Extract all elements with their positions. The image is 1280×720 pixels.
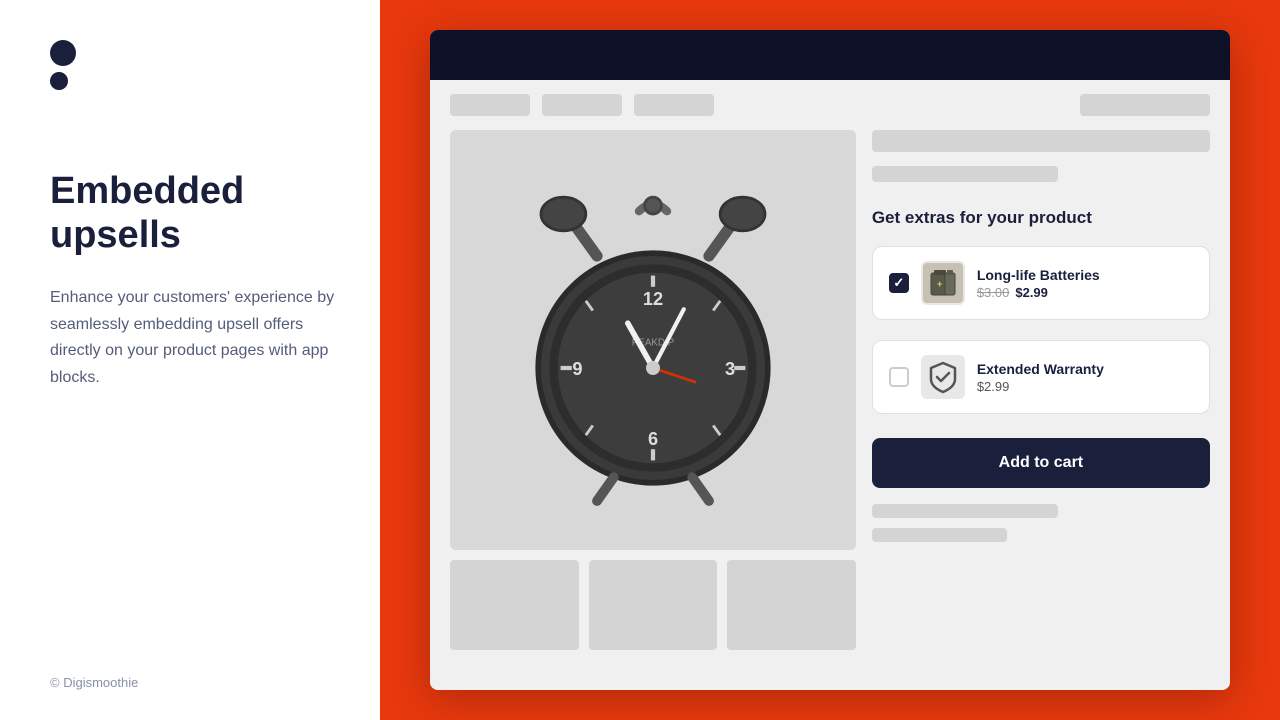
right-panel: 12 3 6 9 PEAKDIP xyxy=(380,0,1280,720)
svg-text:6: 6 xyxy=(648,429,658,449)
upsells-heading: Get extras for your product xyxy=(872,208,1210,228)
logo-dot-top xyxy=(50,40,76,66)
product-details-col: Get extras for your product xyxy=(872,130,1210,680)
upsell-icon-batteries: + xyxy=(921,261,965,305)
product-area: 12 3 6 9 PEAKDIP xyxy=(430,130,1230,690)
svg-text:+: + xyxy=(937,279,942,289)
clock-svg: 12 3 6 9 PEAKDIP xyxy=(513,150,793,530)
bottom-skel-2 xyxy=(872,528,1007,542)
upsell-price-warranty: $2.99 xyxy=(977,379,1010,394)
nav-skeleton xyxy=(430,80,1230,130)
upsell-name-batteries: Long-life Batteries xyxy=(977,267,1193,283)
upsell-icon-warranty xyxy=(921,355,965,399)
thumb-3 xyxy=(727,560,856,650)
bottom-skel-1 xyxy=(872,504,1058,518)
upsell-name-warranty: Extended Warranty xyxy=(977,361,1193,377)
nav-skel-1 xyxy=(450,94,530,116)
upsell-info-warranty: Extended Warranty $2.99 xyxy=(977,361,1193,394)
upsell-card-batteries[interactable]: + Long-life Batteries $3.00 $2.99 xyxy=(872,246,1210,320)
nav-skel-3 xyxy=(634,94,714,116)
thumb-1 xyxy=(450,560,579,650)
product-price-skel xyxy=(872,166,1058,182)
svg-text:3: 3 xyxy=(725,359,735,379)
product-thumbs xyxy=(450,560,856,650)
copyright-text: © Digismoothie xyxy=(50,675,138,690)
page-title: Embedded upsells xyxy=(50,170,340,257)
product-title-skel xyxy=(872,130,1210,152)
upsell-prices-warranty: $2.99 xyxy=(977,379,1193,394)
upsell-info-batteries: Long-life Batteries $3.00 $2.99 xyxy=(977,267,1193,300)
upsell-card-warranty[interactable]: Extended Warranty $2.99 xyxy=(872,340,1210,414)
nav-skel-2 xyxy=(542,94,622,116)
svg-text:12: 12 xyxy=(643,289,663,309)
upsell-checkbox-warranty[interactable] xyxy=(889,367,909,387)
upsell-price-sale-batteries: $2.99 xyxy=(1015,285,1048,300)
upsell-prices-batteries: $3.00 $2.99 xyxy=(977,285,1193,300)
page-description: Enhance your customers' experience by se… xyxy=(50,285,340,391)
nav-skel-right xyxy=(1080,94,1210,116)
logo xyxy=(50,40,340,90)
browser-content: 12 3 6 9 PEAKDIP xyxy=(430,80,1230,690)
left-panel: Embedded upsells Enhance your customers'… xyxy=(0,0,380,720)
logo-dot-bottom xyxy=(50,72,68,90)
browser-mockup: 12 3 6 9 PEAKDIP xyxy=(430,30,1230,690)
add-to-cart-button[interactable]: Add to cart xyxy=(872,438,1210,488)
bottom-skels xyxy=(872,504,1210,542)
svg-text:9: 9 xyxy=(572,359,582,379)
upsell-price-original-batteries: $3.00 xyxy=(977,285,1010,300)
browser-bar xyxy=(430,30,1230,80)
thumb-2 xyxy=(589,560,718,650)
product-image-main: 12 3 6 9 PEAKDIP xyxy=(450,130,856,550)
upsell-checkbox-batteries[interactable] xyxy=(889,273,909,293)
product-image-col: 12 3 6 9 PEAKDIP xyxy=(450,130,856,680)
